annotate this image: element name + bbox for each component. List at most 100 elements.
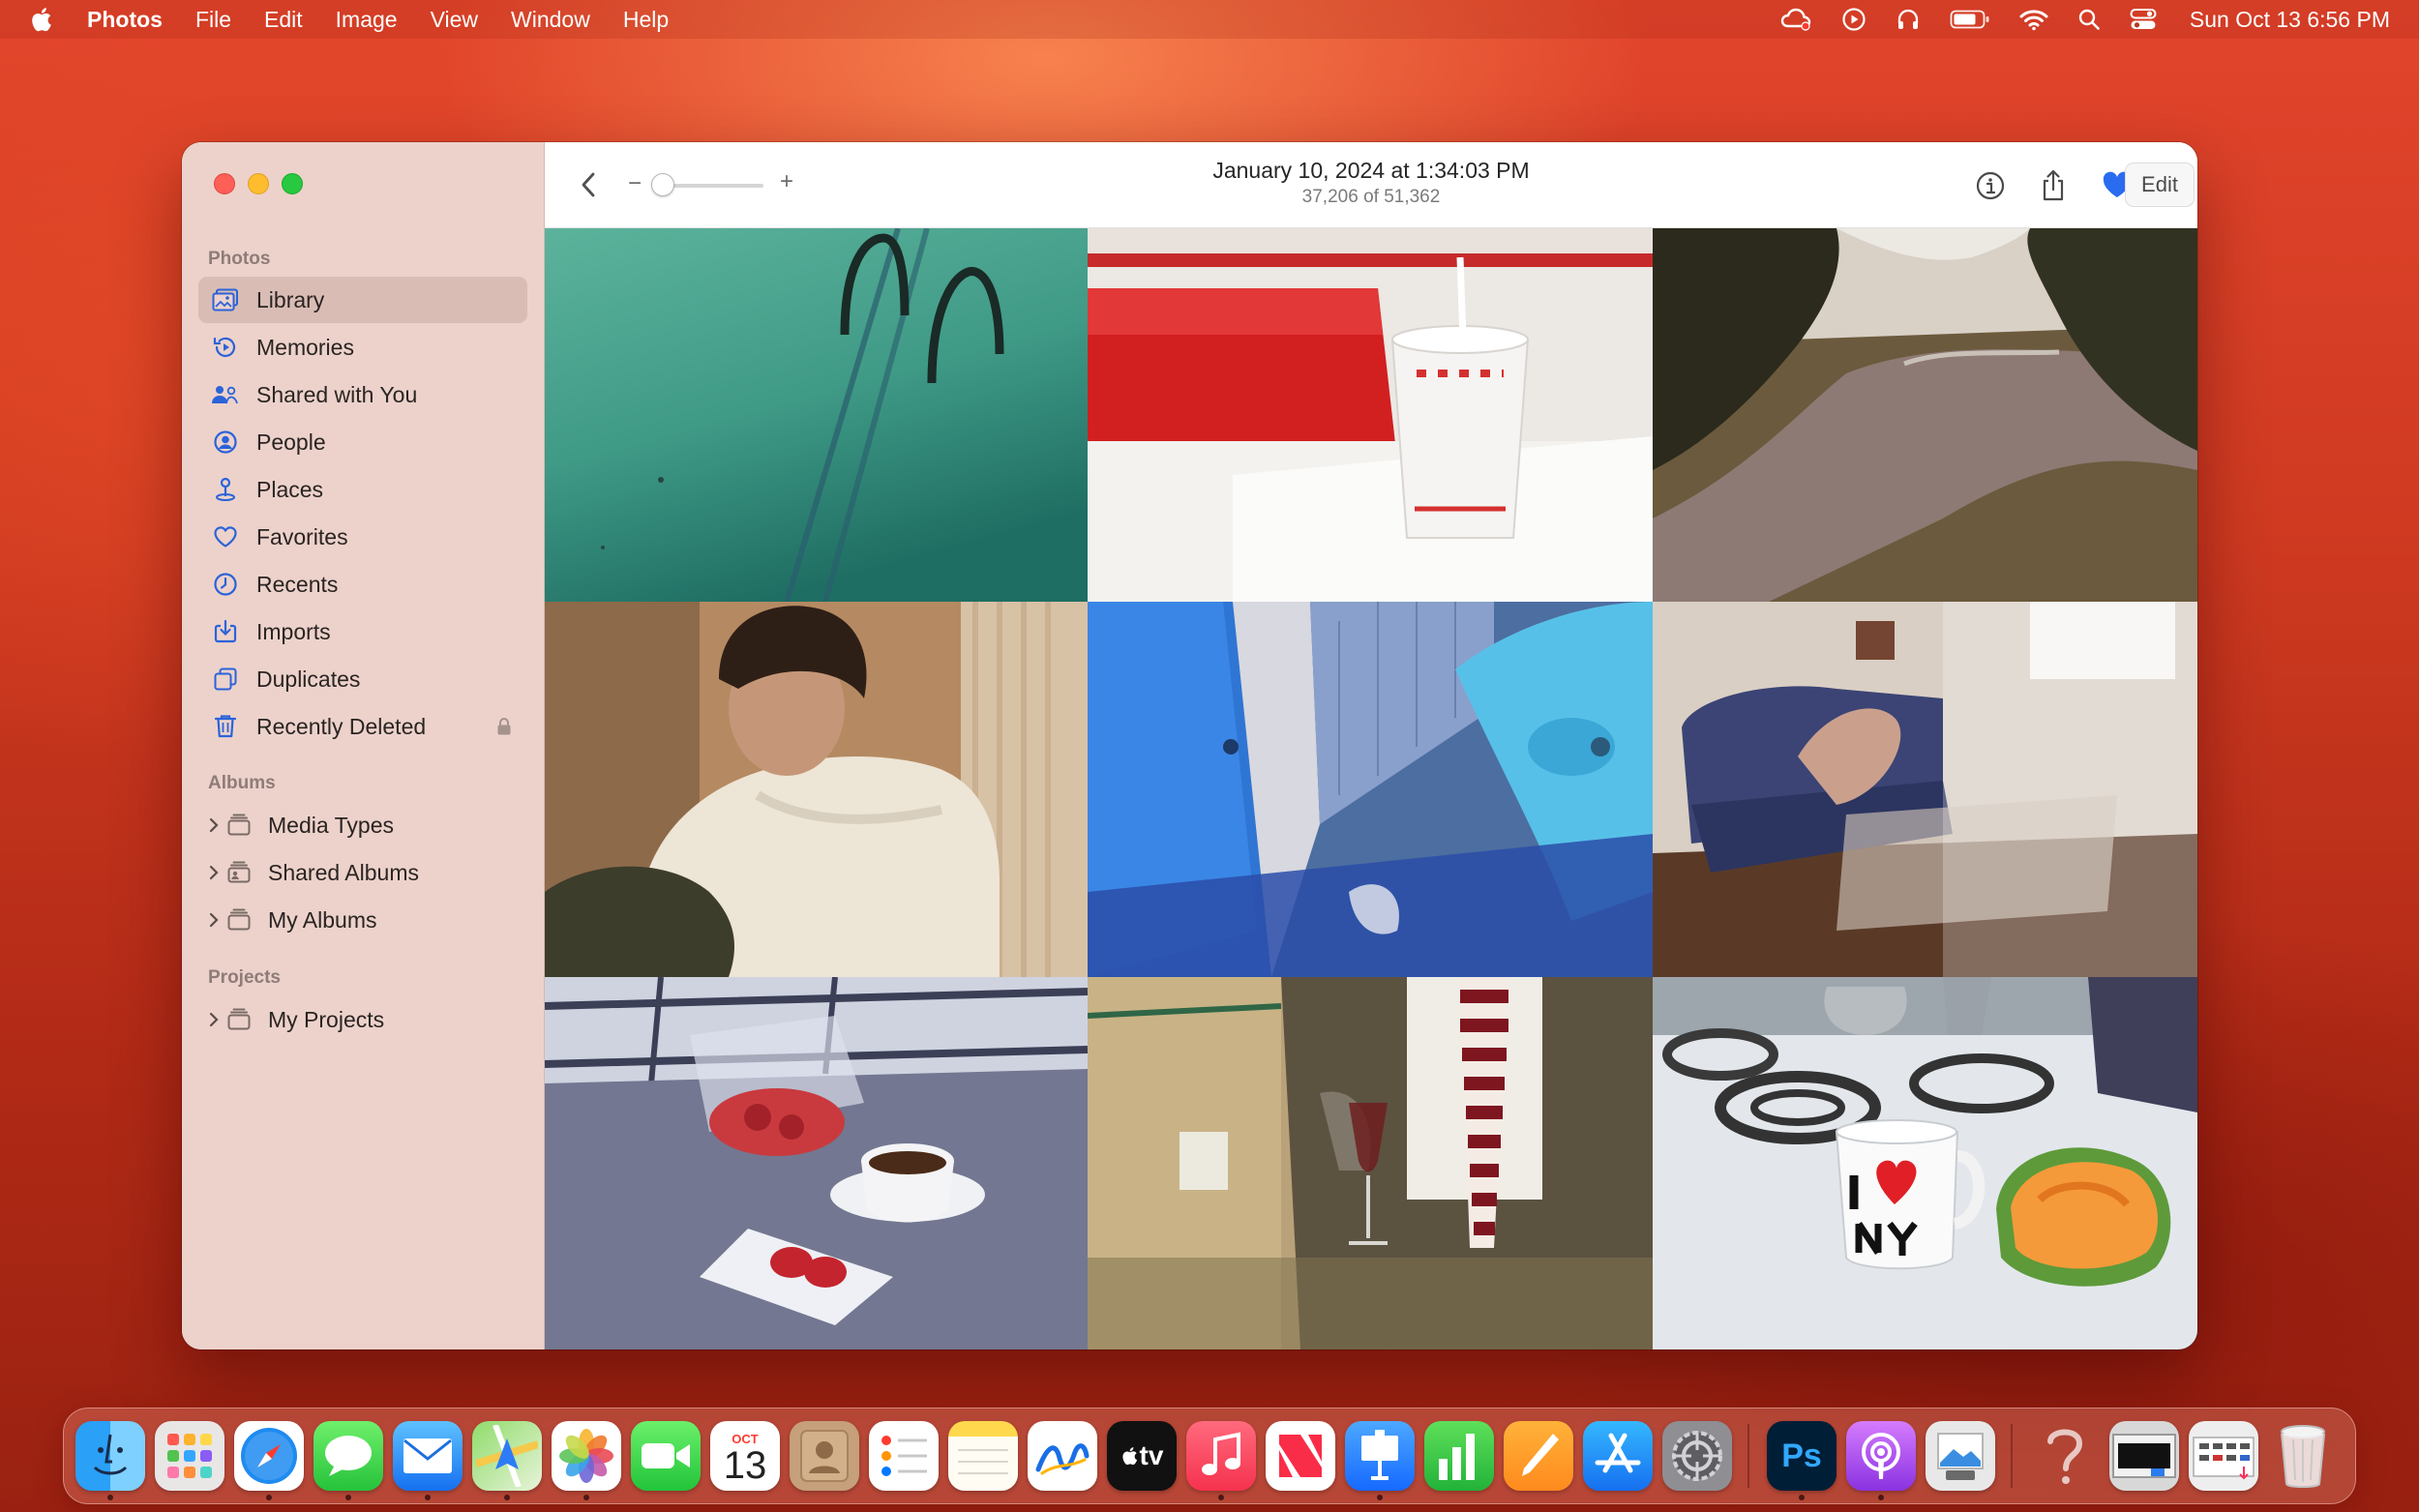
apple-menu-icon[interactable] [29, 5, 54, 34]
people-icon [210, 427, 241, 458]
now-playing-icon[interactable] [1841, 7, 1867, 32]
sidebar-item-people[interactable]: People [198, 419, 527, 465]
close-window-button[interactable] [214, 173, 235, 194]
reminders-app-icon[interactable] [869, 1421, 939, 1491]
control-center-icon[interactable] [2130, 8, 2157, 31]
info-button[interactable] [1972, 167, 2009, 204]
running-indicator [1799, 1495, 1805, 1500]
menu-image[interactable]: Image [336, 7, 398, 33]
share-button[interactable] [2035, 167, 2072, 204]
photos-window: Photos Library Memories Shared with You … [182, 142, 2197, 1349]
sidebar-item-label: Media Types [268, 812, 394, 838]
zoom-window-button[interactable] [282, 173, 303, 194]
maps-app-icon[interactable] [472, 1421, 542, 1491]
photo-date-title: January 10, 2024 at 1:34:03 PM [1212, 158, 1530, 183]
sidebar-item-label: Recents [256, 571, 339, 597]
library-icon [210, 284, 241, 315]
calendar-day-label: 13 [723, 1443, 767, 1487]
sidebar-item-shared-with-you[interactable]: Shared with You [198, 371, 527, 418]
photo-thumbnail-blue-bathroom[interactable] [1088, 602, 1653, 977]
news-app-icon[interactable] [1266, 1421, 1335, 1491]
running-indicator [107, 1495, 113, 1500]
calendar-app-icon[interactable]: OCT 13 [710, 1421, 780, 1491]
sidebar-item-label: Recently Deleted [256, 713, 427, 739]
shared-albums-icon [224, 857, 254, 888]
sidebar-item-memories[interactable]: Memories [198, 324, 527, 371]
menu-app-name[interactable]: Photos [87, 7, 163, 33]
contacts-app-icon[interactable] [790, 1421, 859, 1491]
sidebar-item-shared-albums[interactable]: Shared Albums [198, 849, 527, 896]
photoshop-label: Ps [1781, 1437, 1822, 1474]
app-store-app-icon[interactable] [1583, 1421, 1653, 1491]
launchpad-app-icon[interactable] [155, 1421, 224, 1491]
apple-tv-app-icon[interactable]: tv [1107, 1421, 1177, 1491]
edit-button[interactable]: Edit [2125, 163, 2195, 207]
sidebar-item-recents[interactable]: Recents [198, 561, 527, 608]
music-app-icon[interactable] [1186, 1421, 1256, 1491]
folder-stack-icon [224, 904, 254, 935]
sidebar-item-favorites[interactable]: Favorites [198, 514, 527, 560]
menu-view[interactable]: View [431, 7, 478, 33]
sidebar-item-my-projects[interactable]: My Projects [198, 996, 527, 1043]
pages-app-icon[interactable] [1504, 1421, 1573, 1491]
numbers-app-icon[interactable] [1424, 1421, 1494, 1491]
notes-app-icon[interactable] [948, 1421, 1018, 1491]
menu-file[interactable]: File [195, 7, 231, 33]
stack-thumbnail[interactable] [2189, 1421, 2258, 1491]
sidebar-item-library[interactable]: Library [198, 277, 527, 323]
spotlight-search-icon[interactable] [2077, 8, 2101, 31]
headphones-icon[interactable] [1896, 7, 1921, 32]
photoshop-app-icon[interactable]: Ps [1767, 1421, 1837, 1491]
sidebar-item-recently-deleted[interactable]: Recently Deleted [198, 703, 527, 750]
sidebar-item-my-albums[interactable]: My Albums [198, 897, 527, 943]
sidebar-item-imports[interactable]: Imports [198, 608, 527, 655]
keynote-app-icon[interactable] [1345, 1421, 1415, 1491]
running-indicator [583, 1495, 589, 1500]
trash-icon [210, 711, 241, 742]
photo-thumbnail-i-love-ny-mug[interactable] [1653, 977, 2197, 1349]
dock: OCT 13 tv Ps [63, 1408, 2356, 1504]
sidebar-item-label: People [256, 429, 326, 455]
section-header-projects: Projects [208, 967, 281, 988]
podcasts-app-icon[interactable] [1846, 1421, 1916, 1491]
photo-thumbnail-strawberries-tea[interactable] [545, 977, 1088, 1349]
import-icon [210, 616, 241, 647]
photo-thumbnail-winding-road[interactable] [1653, 228, 2197, 602]
running-indicator [504, 1495, 510, 1500]
menu-edit[interactable]: Edit [264, 7, 303, 33]
messages-app-icon[interactable] [314, 1421, 383, 1491]
wifi-icon[interactable] [2019, 8, 2048, 31]
facetime-app-icon[interactable] [631, 1421, 701, 1491]
photo-thumbnail-wine-striped-tie[interactable] [1088, 977, 1653, 1349]
photo-thumbnail-diner-cup[interactable] [1088, 228, 1653, 602]
finder-app-icon[interactable] [75, 1421, 145, 1491]
photo-thumbnail-pool-ladder[interactable] [545, 228, 1088, 602]
creative-cloud-icon[interactable] [1779, 7, 1812, 32]
safari-app-icon[interactable] [234, 1421, 304, 1491]
system-settings-app-icon[interactable] [1662, 1421, 1732, 1491]
sidebar-item-media-types[interactable]: Media Types [198, 802, 527, 848]
section-header-albums: Albums [208, 773, 276, 793]
preview-app-icon[interactable] [1926, 1421, 1995, 1491]
menu-window[interactable]: Window [511, 7, 590, 33]
sidebar-item-duplicates[interactable]: Duplicates [198, 656, 527, 702]
sidebar-item-label: Shared with You [256, 381, 418, 407]
chevron-right-icon[interactable] [208, 1010, 224, 1029]
sidebar-item-places[interactable]: Places [198, 466, 527, 513]
help-question-icon[interactable] [2030, 1421, 2100, 1491]
window-thumbnail-1[interactable] [2109, 1421, 2179, 1491]
chevron-right-icon[interactable] [208, 910, 224, 930]
photos-app-icon[interactable] [552, 1421, 621, 1491]
photo-thumbnail-portrait-sweater[interactable] [545, 602, 1088, 977]
trash-app-icon[interactable] [2268, 1421, 2338, 1491]
mail-app-icon[interactable] [393, 1421, 463, 1491]
chevron-right-icon[interactable] [208, 815, 224, 835]
minimize-window-button[interactable] [248, 173, 269, 194]
menu-clock[interactable]: Sun Oct 13 6:56 PM [2190, 7, 2390, 33]
section-header-photos: Photos [208, 249, 271, 269]
battery-icon[interactable] [1950, 9, 1990, 30]
freeform-app-icon[interactable] [1028, 1421, 1097, 1491]
photo-thumbnail-couch-room[interactable] [1653, 602, 2197, 977]
chevron-right-icon[interactable] [208, 863, 224, 882]
menu-help[interactable]: Help [623, 7, 669, 33]
